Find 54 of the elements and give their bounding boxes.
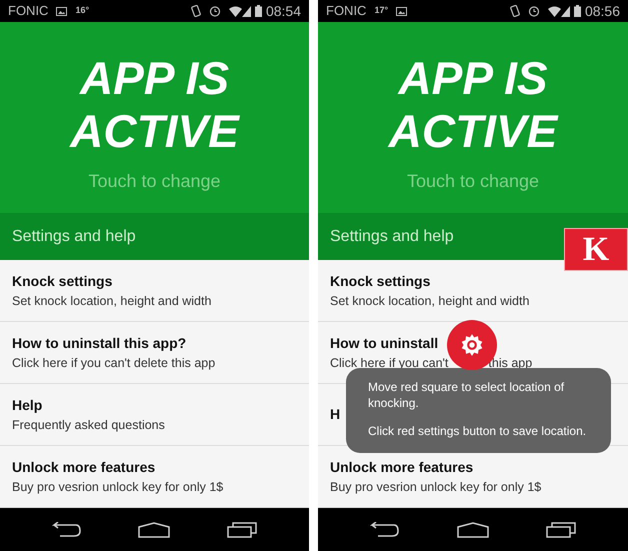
item-subtitle: Click here if you can't delete this app <box>12 354 216 372</box>
item-title: Unlock more features <box>12 458 156 477</box>
image-icon <box>396 6 408 16</box>
back-icon[interactable] <box>52 522 82 538</box>
clock: 08:54 <box>266 2 301 20</box>
item-subtitle: Set knock location, height and width <box>12 292 212 310</box>
item-title: How to uninstall <box>330 334 438 353</box>
home-icon[interactable] <box>456 522 489 538</box>
recent-apps-icon[interactable] <box>546 522 576 538</box>
status-headline: APP IS <box>80 52 230 105</box>
temperature: 16° <box>75 4 90 18</box>
settings-item[interactable]: How to uninstall this app? Click here if you can't delete this app <box>0 322 309 384</box>
item-title: Help <box>12 396 42 415</box>
clock: 08:56 <box>584 2 620 20</box>
battery-icon <box>574 5 581 17</box>
alarm-icon <box>528 5 540 17</box>
section-title: Settings and help <box>330 226 454 246</box>
rotate-icon <box>510 5 520 17</box>
image-icon <box>56 6 68 16</box>
status-headline: APP IS <box>398 52 548 105</box>
item-subtitle: Buy pro vesrion unlock key for only 1$ <box>330 478 542 496</box>
item-title: Knock settings <box>12 272 112 291</box>
item-subtitle: Buy pro vesrion unlock key for only 1$ <box>12 478 224 496</box>
touch-hint: Touch to change <box>406 170 540 193</box>
touch-hint: Touch to change <box>88 170 221 193</box>
item-subtitle: Set knock location, height and width <box>330 292 530 310</box>
app-status-banner[interactable]: APP IS ACTIVE Touch to change <box>0 22 309 213</box>
rotate-icon <box>190 5 201 17</box>
item-subtitle: Frequently asked questions <box>12 416 165 434</box>
temperature: 17° <box>374 4 388 18</box>
toast-text: Click red settings button to save location. <box>368 423 588 439</box>
settings-item[interactable]: Knock settings Set knock location, height and width <box>0 260 309 322</box>
section-title: Settings and help <box>12 226 136 246</box>
signal-icon <box>242 6 251 16</box>
wifi-icon <box>228 6 242 16</box>
home-icon[interactable] <box>138 522 170 538</box>
carrier-name: FONIC <box>326 2 366 20</box>
item-title: How to uninstall this app? <box>12 334 186 353</box>
alarm-icon <box>208 5 221 17</box>
carrier-name: FONIC <box>8 2 48 20</box>
status-headline: ACTIVE <box>388 105 558 158</box>
item-title: Unlock more features <box>330 458 474 477</box>
wifi-icon <box>548 6 561 16</box>
status-headline: ACTIVE <box>70 105 239 158</box>
battery-icon <box>254 5 262 17</box>
settings-item[interactable]: Help Frequently asked questions <box>0 384 309 446</box>
item-title: Knock settings <box>330 272 430 291</box>
item-title: H <box>330 405 340 424</box>
gear-icon <box>459 332 485 358</box>
recent-apps-icon[interactable] <box>226 522 257 538</box>
back-icon[interactable] <box>370 522 400 538</box>
app-status-banner[interactable]: APP IS ACTIVE Touch to change <box>318 22 628 213</box>
location-marker[interactable]: K <box>564 228 628 271</box>
signal-icon <box>560 6 570 16</box>
